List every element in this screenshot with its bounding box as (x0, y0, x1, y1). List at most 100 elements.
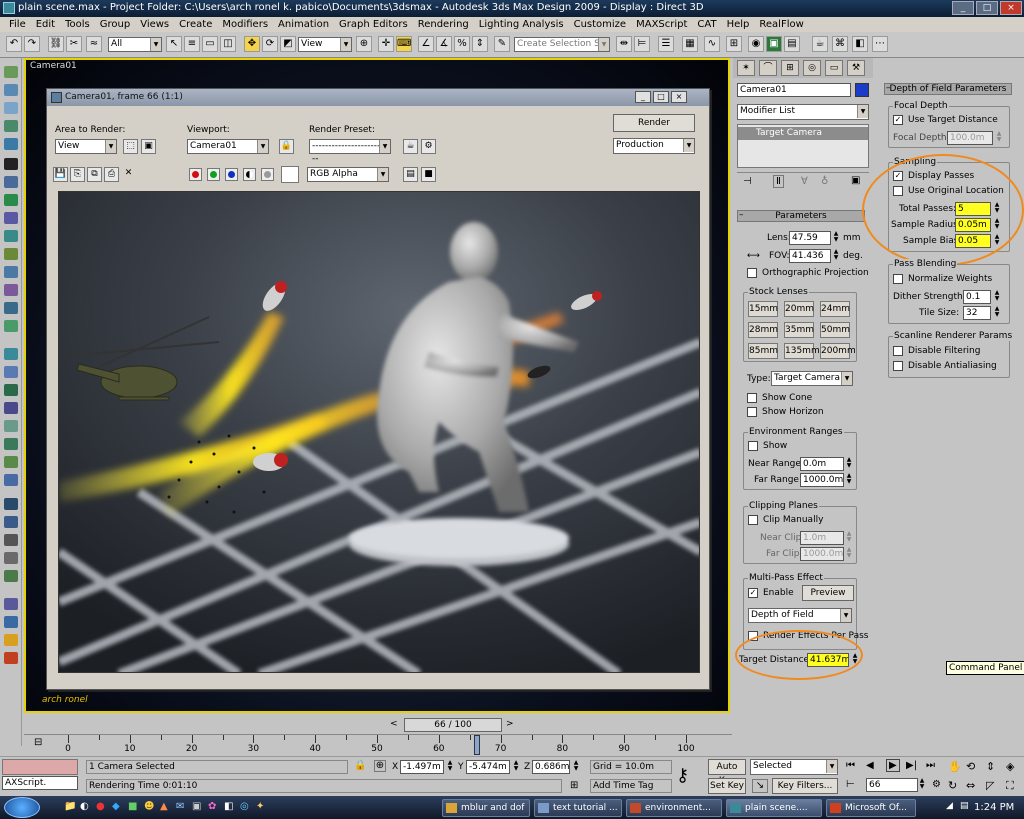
lens-135mm-button[interactable]: 135mm (784, 343, 820, 359)
toolstrip-icon[interactable] (4, 384, 18, 396)
time-configuration-icon[interactable]: ⚙ (932, 779, 941, 790)
dither-strength-field[interactable]: 0.1 (963, 290, 991, 304)
total-passes-spinner[interactable]: ▲ ▼ (993, 202, 1001, 216)
sample-bias-field[interactable]: 0.05 (955, 234, 991, 248)
quicklaunch-icon[interactable]: ✉ (176, 801, 184, 812)
graphite-icon[interactable]: ▦ (682, 36, 698, 52)
near-clip-field[interactable]: 1.0m (800, 531, 844, 545)
show-horizon-checkbox[interactable] (747, 407, 757, 417)
z-coordinate-spinner[interactable]: ▲ ▼ (572, 760, 580, 774)
time-next-icon[interactable]: > (506, 719, 514, 729)
toggle-ui-overlay-icon[interactable]: ▤ (403, 167, 418, 182)
menu-tools[interactable]: Tools (60, 19, 95, 30)
sample-radius-field[interactable]: 0.05m (955, 218, 991, 232)
x-coordinate-spinner[interactable]: ▲ ▼ (446, 760, 454, 774)
lens-15mm-button[interactable]: 15mm (748, 301, 778, 317)
clock[interactable]: 1:24 PM (974, 802, 1014, 813)
perspective-icon[interactable]: ◈ (1006, 760, 1014, 773)
lens-50mm-button[interactable]: 50mm (820, 322, 850, 338)
key-filters-button[interactable]: Key Filters... (772, 778, 838, 794)
named-selection-dropdown[interactable]: Create Selection Set ▼ (514, 37, 610, 52)
edit-region-icon[interactable]: ⬚ (123, 139, 138, 154)
tile-size-field[interactable]: 32 (963, 306, 991, 320)
display-channel-dropdown[interactable]: RGB Alpha ▼ (307, 167, 389, 182)
window-crossing-icon[interactable]: ◫ (220, 36, 236, 52)
disable-filtering-checkbox[interactable] (893, 346, 903, 356)
toolstrip-icon[interactable] (4, 102, 18, 114)
taskbar-item[interactable]: plain scene.... (726, 799, 822, 817)
field-of-view-icon[interactable]: ◸ (986, 779, 994, 792)
render-button[interactable]: Render (613, 114, 695, 132)
lens-200mm-button[interactable]: 200mm (820, 343, 856, 359)
toolstrip-icon[interactable] (4, 248, 18, 260)
z-coordinate-field[interactable]: 0.686m (532, 760, 570, 774)
pin-stack-icon[interactable]: ⊣ (743, 176, 752, 187)
current-frame-field[interactable]: 66 (866, 778, 918, 792)
use-original-location-checkbox[interactable] (893, 186, 903, 196)
toolstrip-icon[interactable] (4, 598, 18, 610)
quicklaunch-icon[interactable]: ▲ (160, 801, 168, 812)
toolstrip-icon[interactable] (4, 652, 18, 664)
viewport-dropdown[interactable]: Camera01 ▼ (187, 139, 269, 154)
menu-customize[interactable]: Customize (569, 19, 632, 30)
select-rotate-icon[interactable]: ⟳ (262, 36, 278, 52)
clone-window-icon[interactable]: ⧉ (87, 167, 102, 182)
taskbar-item[interactable]: text tutorial ... (534, 799, 622, 817)
quicklaunch-icon[interactable]: 📁 (64, 801, 76, 812)
production-dropdown[interactable]: Production ▼ (613, 138, 695, 154)
toolstrip-icon[interactable] (4, 570, 18, 582)
toolstrip-icon[interactable] (4, 230, 18, 242)
default-in-out-tangents-icon[interactable]: ↘ (752, 779, 768, 793)
quicklaunch-icon[interactable]: ☻ (144, 801, 154, 812)
quicklaunch-icon[interactable]: ■ (128, 801, 137, 812)
quicklaunch-icon[interactable]: ◎ (240, 801, 249, 812)
minimize-button[interactable]: _ (952, 1, 974, 15)
toolstrip-icon[interactable] (4, 498, 18, 510)
key-mode-toggle-icon[interactable]: ⊢ (846, 779, 855, 790)
fov-spinner[interactable]: ▲ ▼ (832, 249, 840, 263)
toolstrip-icon[interactable] (4, 176, 18, 188)
selection-filter-dropdown[interactable]: All ▼ (108, 37, 162, 52)
parameters-rollout-header[interactable]: Parameters (737, 210, 865, 222)
bind-space-warp-icon[interactable]: ≈ (86, 36, 102, 52)
menu-maxscript[interactable]: MAXScript (631, 19, 692, 30)
object-name-field[interactable]: Camera01 (737, 83, 851, 97)
tray-icon[interactable]: ▤ (960, 801, 969, 811)
toolstrip-icon[interactable] (4, 84, 18, 96)
time-slider[interactable]: 66 / 100 (404, 718, 502, 732)
sample-bias-spinner[interactable]: ▲ ▼ (993, 234, 1001, 248)
percent-snap-icon[interactable]: % (454, 36, 470, 52)
far-clip-spinner[interactable]: ▲ ▼ (845, 547, 853, 561)
quicklaunch-icon[interactable]: ✦ (256, 801, 264, 812)
rendered-frame-window-icon[interactable]: ▤ (784, 36, 800, 52)
blue-channel-toggle[interactable] (225, 168, 238, 181)
show-cone-checkbox[interactable] (747, 393, 757, 403)
toolstrip-icon[interactable] (4, 348, 18, 360)
use-target-distance-checkbox[interactable]: ✓ (893, 115, 903, 125)
snaps-toggle-icon[interactable]: ∠ (418, 36, 434, 52)
schematic-view-icon[interactable]: ⊞ (726, 36, 742, 52)
rectangle-selection-icon[interactable]: ▭ (202, 36, 218, 52)
toolstrip-icon[interactable] (4, 474, 18, 486)
auto-region-icon[interactable]: ▣ (141, 139, 156, 154)
lens-35mm-button[interactable]: 35mm (784, 322, 814, 338)
mini-curve-editor-icon[interactable]: ⊟ (34, 737, 42, 748)
toolstrip-icon[interactable] (4, 456, 18, 468)
unlink-icon[interactable]: ✂ (66, 36, 82, 52)
menu-cat[interactable]: CAT (692, 19, 721, 30)
orthographic-checkbox[interactable] (747, 268, 757, 278)
menu-graph-editors[interactable]: Graph Editors (334, 19, 413, 30)
curve-editor-icon[interactable]: ∿ (704, 36, 720, 52)
maxscript-output-field[interactable] (2, 759, 78, 775)
camera-type-dropdown[interactable]: Target Camera ▼ (771, 371, 853, 386)
modifier-list-dropdown[interactable]: Modifier List ▼ (737, 104, 869, 120)
dolly-icon[interactable]: ⇕ (986, 760, 995, 773)
track-bar[interactable]: ⊟ 0 10 20 30 40 50 60 70 80 90 100 (24, 734, 732, 756)
pivot-center-icon[interactable]: ⊕ (356, 36, 372, 52)
far-range-field[interactable]: 1000.0m (800, 473, 844, 487)
toolstrip-icon[interactable] (4, 320, 18, 332)
toolstrip-icon[interactable] (4, 516, 18, 528)
lock-icon[interactable]: 🔒 (279, 139, 294, 154)
lens-20mm-button[interactable]: 20mm (784, 301, 814, 317)
maximize-viewport-icon[interactable]: ⛶ (1006, 779, 1014, 793)
